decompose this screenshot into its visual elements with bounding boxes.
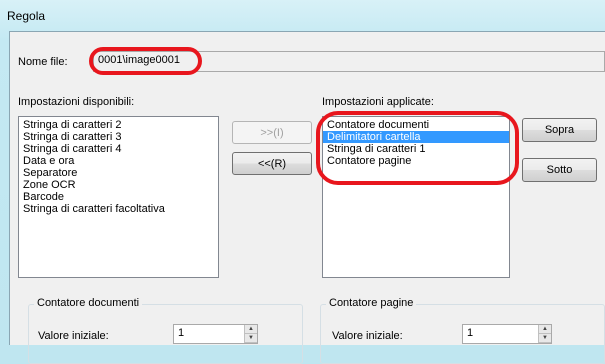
file-name-label: Nome file: (18, 56, 68, 68)
list-item[interactable]: Barcode (19, 191, 218, 203)
list-item[interactable]: Stringa di caratteri facoltativa (19, 203, 218, 215)
add-setting-button-label: >>(I) (260, 126, 284, 139)
list-item[interactable]: Stringa di caratteri 4 (19, 143, 218, 155)
remove-setting-button[interactable]: <<(R) (232, 152, 312, 175)
move-down-button[interactable]: Sotto (522, 158, 597, 182)
list-item[interactable]: Stringa di caratteri 2 (19, 119, 218, 131)
page-counter-initial-stepper[interactable]: 1 ▲ ▼ (462, 324, 552, 344)
remove-setting-button-label: <<(R) (257, 157, 287, 170)
add-setting-button[interactable]: >>(I) (232, 121, 312, 144)
document-counter-title: Contatore documenti (34, 297, 143, 309)
title-bar[interactable]: Regola (0, 0, 605, 30)
spin-up-arrow-icon[interactable]: ▲ (538, 325, 551, 334)
highlight-applied-settings (316, 111, 519, 185)
list-item[interactable]: Stringa di caratteri 3 (19, 131, 218, 143)
move-down-button-label: Sotto (546, 164, 573, 176)
list-item[interactable]: Data e ora (19, 155, 218, 167)
applied-settings-label: Impostazioni applicate: (322, 96, 434, 108)
document-counter-initial-label: Valore iniziale: (38, 330, 109, 342)
list-item[interactable]: Separatore (19, 167, 218, 179)
list-item[interactable]: Zone OCR (19, 179, 218, 191)
dialog-window: Regola Nome file: 0001\image0001 Imposta… (0, 0, 605, 364)
move-up-button[interactable]: Sopra (522, 118, 597, 142)
move-up-button-label: Sopra (544, 124, 575, 136)
dialog-client-area: Nome file: 0001\image0001 Impostazioni d… (9, 31, 605, 364)
page-counter-initial-label: Valore iniziale: (332, 330, 403, 342)
spin-up-arrow-icon[interactable]: ▲ (244, 325, 257, 334)
spin-down-arrow-icon[interactable]: ▼ (244, 334, 257, 343)
available-settings-label: Impostazioni disponibili: (18, 96, 135, 108)
available-settings-list[interactable]: Stringa di caratteri 2 Stringa di caratt… (18, 116, 219, 278)
document-counter-initial-stepper[interactable]: 1 ▲ ▼ (173, 324, 258, 344)
document-counter-initial-value: 1 (178, 327, 185, 339)
window-title: Regola (7, 9, 46, 23)
page-counter-initial-value: 1 (467, 327, 474, 339)
page-counter-title: Contatore pagine (326, 297, 417, 309)
highlight-file-name (89, 47, 202, 75)
spin-down-arrow-icon[interactable]: ▼ (538, 334, 551, 343)
